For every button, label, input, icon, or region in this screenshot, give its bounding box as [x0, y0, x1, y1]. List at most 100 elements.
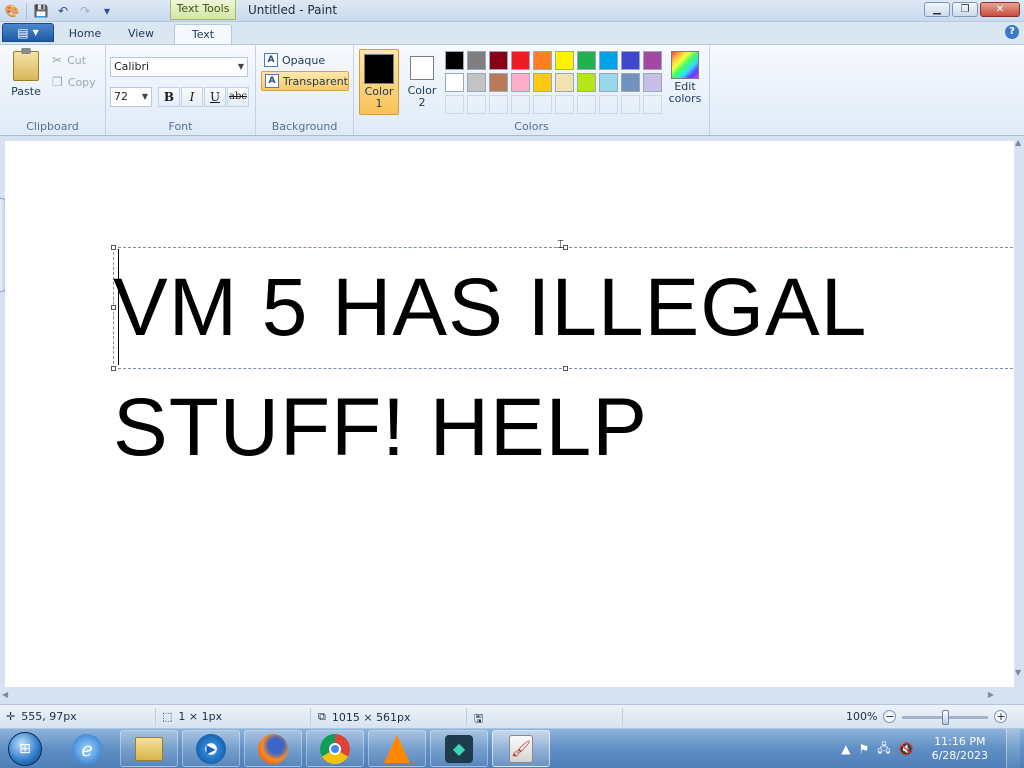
palette-color-1-8[interactable] [599, 51, 618, 70]
customize-qat-icon[interactable]: ▾ [99, 3, 115, 19]
edit-colors-label-2: colors [668, 92, 702, 105]
scroll-up-icon[interactable]: ▲ [1015, 138, 1021, 147]
drawing-canvas[interactable]: ⌶ VM 5 HAS ILLEGAL STUFF! HELP [5, 141, 1014, 687]
vertical-scrollbar[interactable]: ▲ ▼ [1014, 136, 1024, 687]
volume-muted-icon[interactable]: 🔇 [899, 742, 914, 756]
resize-handle-bottom[interactable] [563, 366, 568, 371]
palette-color-2-8[interactable] [599, 73, 618, 92]
palette-color-2-6[interactable] [555, 73, 574, 92]
palette-color-1-2[interactable] [467, 51, 486, 70]
start-button[interactable]: ⊞ [2, 729, 48, 768]
palette-color-2-10[interactable] [643, 73, 662, 92]
strikethrough-button[interactable]: abc [227, 87, 249, 107]
zoom-in-button[interactable]: + [994, 710, 1008, 723]
help-icon[interactable]: ? [1005, 25, 1019, 39]
palette-custom-slot[interactable] [643, 95, 662, 114]
color1-button[interactable]: Color 1 [359, 49, 399, 115]
transparent-button[interactable]: A Transparent [261, 71, 349, 91]
show-hidden-icons-icon[interactable]: ▲ [841, 742, 850, 756]
taskbar-media-player[interactable]: ▶ [182, 730, 240, 767]
paint-app-icon[interactable]: 🎨 [4, 3, 20, 19]
canvas-size-readout: ⧉ 1015 × 561px [318, 710, 411, 724]
palette-color-2-1[interactable] [445, 73, 464, 92]
font-size-select[interactable]: 72 ▼ [110, 87, 152, 107]
opaque-button[interactable]: A Opaque [261, 50, 349, 70]
network-icon[interactable]: 🖧 [877, 739, 890, 760]
palette-color-2-5[interactable] [533, 73, 552, 92]
status-separator [155, 708, 156, 726]
paste-label: Paste [11, 85, 41, 98]
palette-custom-slot[interactable] [467, 95, 486, 114]
ribbon-tabs: ▤ ▼ Home View Text ? [0, 22, 1024, 44]
paint-menu-button[interactable]: ▤ ▼ [2, 23, 54, 42]
palette-color-1-5[interactable] [533, 51, 552, 70]
restore-button[interactable]: ❐ [952, 2, 978, 17]
quick-access-toolbar: 🎨 💾 ↶ ↷ ▾ [4, 3, 115, 19]
palette-custom-slot[interactable] [511, 95, 530, 114]
resize-handle-bottom-left[interactable] [111, 366, 116, 371]
scroll-right-icon[interactable]: ▶ [988, 690, 994, 699]
taskbar-vlc[interactable] [368, 730, 426, 767]
taskbar-internet-explorer[interactable]: e [58, 730, 116, 767]
redo-icon[interactable]: ↷ [77, 3, 93, 19]
zoom-slider-thumb[interactable] [942, 709, 950, 725]
tab-text[interactable]: Text [174, 24, 232, 44]
palette-custom-slot[interactable] [621, 95, 640, 114]
copy-button[interactable]: ❐ Copy [52, 73, 96, 91]
resize-handle-top-left[interactable] [111, 245, 116, 250]
edit-colors-button[interactable]: Edit colors [664, 49, 706, 115]
palette-color-2-4[interactable] [511, 73, 530, 92]
clock[interactable]: 11:16 PM 6/28/2023 [922, 735, 998, 763]
taskbar-firefox[interactable] [244, 730, 302, 767]
taskbar-chrome[interactable] [306, 730, 364, 767]
taskbar: ⊞ e ▶ ◆ 🖌 ▲ ⚑ 🖧 🔇 11:16 PM 6/28/2023 [0, 728, 1024, 768]
taskbar-file-explorer[interactable] [120, 730, 178, 767]
palette-color-1-4[interactable] [511, 51, 530, 70]
palette-color-1-6[interactable] [555, 51, 574, 70]
palette-custom-slot[interactable] [577, 95, 596, 114]
palette-color-2-3[interactable] [489, 73, 508, 92]
minimize-button[interactable]: ▁ [924, 2, 950, 17]
palette-custom-slot[interactable] [555, 95, 574, 114]
scroll-down-icon[interactable]: ▼ [1015, 668, 1021, 677]
color2-button[interactable]: Color 2 [402, 49, 442, 115]
undo-icon[interactable]: ↶ [55, 3, 71, 19]
action-center-icon[interactable]: ⚑ [858, 742, 869, 756]
palette-custom-slot[interactable] [489, 95, 508, 114]
chrome-center-dot [329, 742, 341, 755]
color2-number: 2 [418, 96, 426, 109]
save-icon[interactable]: 💾 [33, 3, 49, 19]
taskbar-app-s[interactable]: ◆ [430, 730, 488, 767]
palette-custom-slot[interactable] [445, 95, 464, 114]
palette-color-1-3[interactable] [489, 51, 508, 70]
show-desktop-button[interactable] [1006, 729, 1020, 768]
tab-view[interactable]: View [118, 24, 164, 44]
italic-button[interactable]: I [181, 87, 203, 107]
palette-custom-slot[interactable] [599, 95, 618, 114]
zoom-slider[interactable] [902, 709, 989, 725]
palette-color-2-9[interactable] [621, 73, 640, 92]
palette-color-2-7[interactable] [577, 73, 596, 92]
taskbar-paint[interactable]: 🖌 [492, 730, 550, 767]
tab-home[interactable]: Home [62, 24, 108, 44]
file-size-readout: 🖫 [474, 710, 483, 729]
paste-button[interactable]: Paste [6, 48, 46, 103]
zoom-out-button[interactable]: − [883, 710, 897, 723]
palette-color-2-2[interactable] [467, 73, 486, 92]
bold-button[interactable]: B [158, 87, 180, 107]
scroll-left-icon[interactable]: ◀ [2, 690, 8, 699]
close-button[interactable]: ✕ [980, 2, 1020, 17]
font-family-select[interactable]: Calibri ▼ [110, 57, 248, 77]
chevron-down-icon: ▼ [32, 28, 39, 37]
qat-separator [26, 3, 27, 19]
cut-button[interactable]: ✂ Cut [52, 51, 86, 69]
palette-color-1-1[interactable] [445, 51, 464, 70]
palette-color-1-7[interactable] [577, 51, 596, 70]
underline-button[interactable]: U [204, 87, 226, 107]
horizontal-scrollbar[interactable]: ◀ ▶ [0, 690, 1014, 700]
palette-color-1-10[interactable] [643, 51, 662, 70]
canvas-size-value: 1015 × 561px [331, 710, 411, 724]
palette-custom-slot[interactable] [533, 95, 552, 114]
background-group: A Opaque A Transparent Background [256, 45, 354, 135]
palette-color-1-9[interactable] [621, 51, 640, 70]
